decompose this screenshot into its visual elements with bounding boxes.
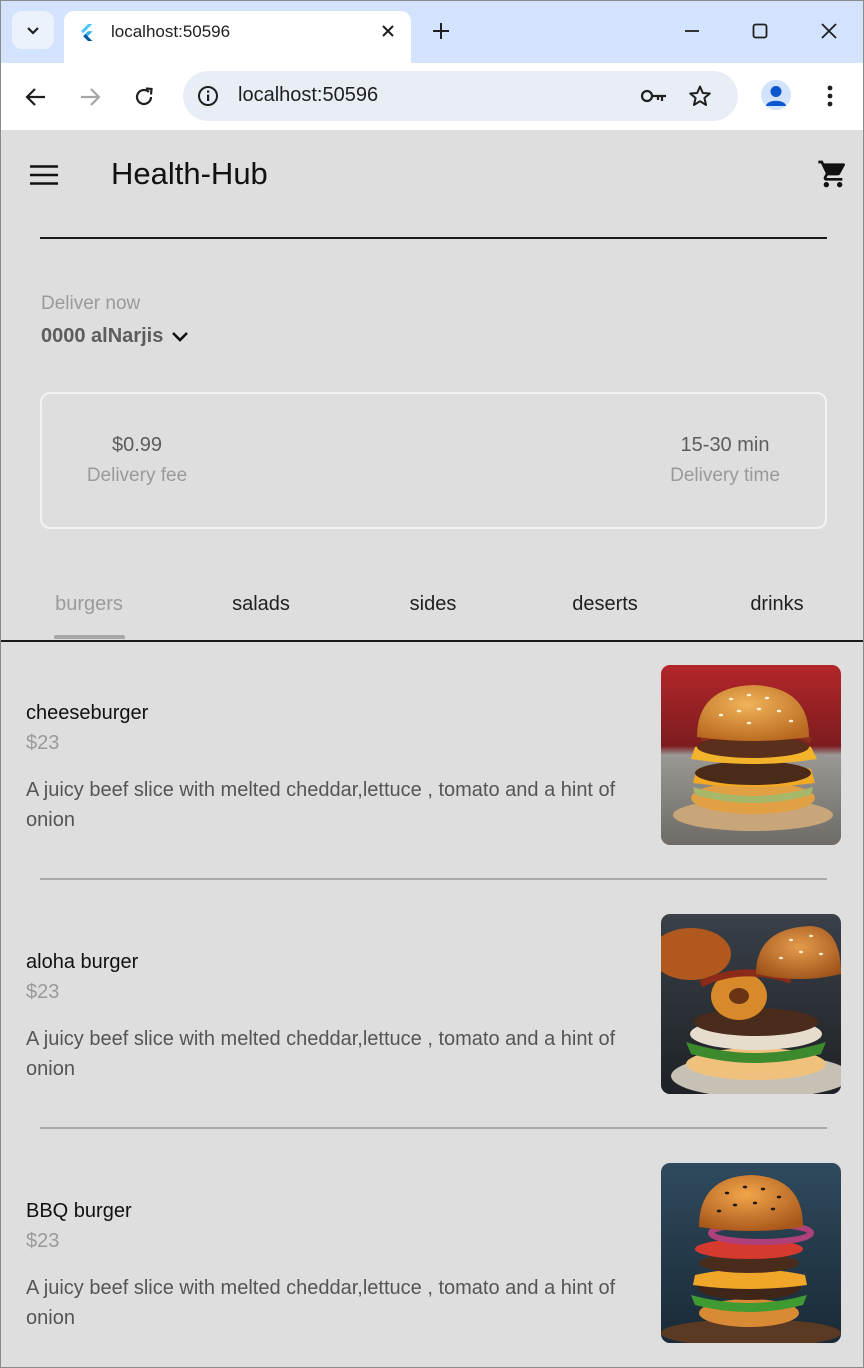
item-divider [40, 1127, 827, 1129]
maximize-button[interactable] [742, 15, 778, 47]
address-bar[interactable]: localhost:50596 [183, 71, 738, 121]
deliver-now-label: Deliver now [41, 293, 141, 314]
header-divider [40, 237, 827, 239]
kebab-menu-icon [827, 85, 833, 107]
app-content: Health-Hub Deliver now 0000 alNarjis $0.… [1, 130, 863, 1367]
chevron-down-icon [27, 27, 39, 35]
tab-sides[interactable]: sides [353, 593, 513, 616]
arrow-left-icon [25, 88, 45, 106]
menu-item[interactable]: BBQ burger $23 A juicy beef slice with m… [1, 1163, 863, 1367]
site-info-button[interactable] [195, 83, 221, 109]
address-selector[interactable]: 0000 alNarjis [41, 325, 189, 348]
key-icon [640, 89, 666, 103]
delivery-fee-label: Delivery fee [86, 465, 188, 486]
browser-window: localhost:50596 localhost:50596 Health-H… [0, 0, 864, 1368]
star-icon [689, 85, 711, 106]
chevron-down-icon [172, 331, 189, 342]
bookmark-button[interactable] [686, 82, 714, 110]
close-icon [382, 25, 394, 37]
tab-salads[interactable]: salads [181, 593, 341, 616]
address-text: 0000 alNarjis [41, 325, 164, 347]
cart-button[interactable] [813, 156, 853, 192]
maximize-icon [752, 23, 768, 39]
shopping-cart-icon [818, 160, 846, 188]
item-name: aloha burger [26, 951, 139, 973]
bbq-burger-photo[interactable] [661, 1163, 841, 1343]
flutter-icon [81, 24, 93, 41]
arrow-right-icon [81, 88, 101, 106]
cheeseburger-photo[interactable] [661, 665, 841, 845]
tabs-divider [1, 640, 863, 642]
item-price: $23 [26, 732, 60, 754]
minimize-button[interactable] [674, 15, 710, 47]
avatar-icon [766, 86, 786, 106]
reload-button[interactable] [126, 79, 162, 115]
item-description: A juicy beef slice with melted cheddar,l… [26, 779, 616, 831]
tab-close-button[interactable] [377, 19, 399, 43]
forward-button[interactable] [72, 79, 108, 115]
menu-item[interactable]: aloha burger $23 A juicy beef slice with… [1, 914, 863, 1129]
item-name: cheeseburger [26, 702, 149, 724]
delivery-fee-value: $0.99 [111, 434, 163, 456]
reload-icon [135, 87, 153, 106]
close-icon [821, 23, 837, 39]
delivery-time-block: 15-30 min Delivery time [658, 434, 792, 487]
hamburger-menu-icon [30, 165, 58, 185]
tab-search-button[interactable] [12, 11, 54, 49]
category-tabs: burgers salads sides deserts drinks [1, 578, 863, 642]
window-close-button[interactable] [811, 15, 847, 47]
item-name: BBQ burger [26, 1200, 132, 1222]
new-tab-button[interactable] [427, 17, 455, 45]
password-button[interactable] [638, 83, 670, 109]
aloha-burger-photo[interactable] [661, 914, 841, 1094]
item-description: A juicy beef slice with melted cheddar,l… [26, 1028, 616, 1080]
tab-deserts[interactable]: deserts [525, 593, 685, 616]
app-title: Health-Hub [111, 156, 268, 191]
url-text[interactable]: localhost:50596 [238, 84, 378, 107]
browser-toolbar: localhost:50596 [1, 63, 863, 130]
profile-button[interactable] [761, 80, 791, 110]
tab-burgers[interactable]: burgers [9, 593, 169, 616]
drawer-menu-button[interactable] [27, 160, 61, 190]
minimize-icon [685, 30, 699, 32]
item-price: $23 [26, 981, 60, 1003]
delivery-info-card: $0.99 Delivery fee 15-30 min Delivery ti… [40, 392, 827, 529]
browser-tab[interactable]: localhost:50596 [64, 11, 411, 63]
tab-title: localhost:50596 [111, 22, 231, 41]
tab-strip: localhost:50596 [1, 1, 863, 63]
plus-icon [433, 23, 449, 39]
delivery-time-label: Delivery time [670, 465, 780, 486]
delivery-time-value: 15-30 min [680, 434, 770, 456]
item-description: A juicy beef slice with melted cheddar,l… [26, 1277, 616, 1329]
menu-item[interactable]: cheeseburger $23 A juicy beef slice with… [1, 665, 863, 880]
browser-menu-button[interactable] [816, 81, 844, 111]
active-tab-indicator [54, 635, 125, 639]
delivery-fee-block: $0.99 Delivery fee [80, 434, 194, 487]
back-button[interactable] [18, 79, 54, 115]
item-price: $23 [26, 1230, 60, 1252]
info-icon [198, 86, 218, 106]
item-divider [40, 878, 827, 880]
tab-drinks[interactable]: drinks [697, 593, 857, 616]
